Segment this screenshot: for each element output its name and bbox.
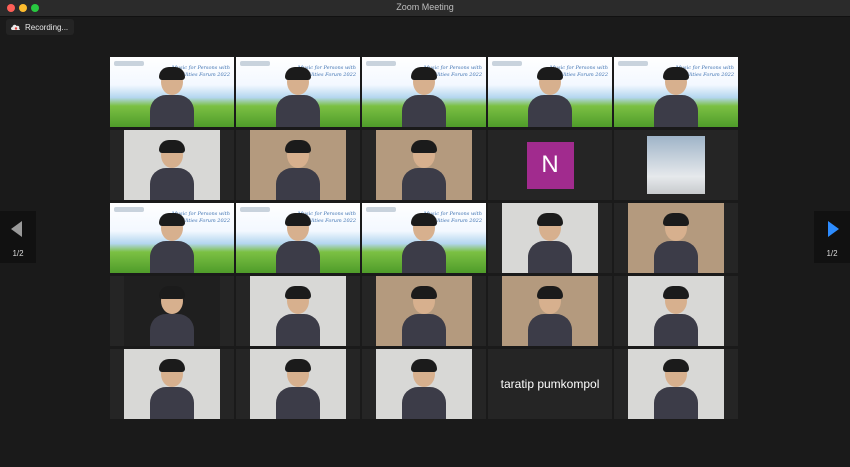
- participant-silhouette: [528, 67, 572, 127]
- chevron-right-icon: [828, 221, 839, 237]
- forum-logo: [114, 207, 144, 212]
- participant-video-tile[interactable]: Music for Persons with Disabilities Foru…: [110, 57, 234, 127]
- forum-logo: [114, 61, 144, 66]
- recording-indicator[interactable]: Recording...: [6, 19, 75, 35]
- participant-silhouette: [276, 140, 320, 200]
- participant-video-tile[interactable]: [236, 349, 360, 419]
- participant-video-tile[interactable]: [236, 130, 360, 200]
- forum-logo: [618, 61, 648, 66]
- participant-video-tile[interactable]: [614, 276, 738, 346]
- participant-silhouette: [276, 286, 320, 346]
- participant-silhouette: [402, 67, 446, 127]
- participant-video-tile[interactable]: [488, 276, 612, 346]
- participant-silhouette: [402, 213, 446, 273]
- participant-video-tile[interactable]: [362, 349, 486, 419]
- participant-name: taratip pumkompol: [500, 377, 600, 391]
- participant-silhouette: [276, 213, 320, 273]
- participant-video-tile[interactable]: [362, 130, 486, 200]
- recording-label: Recording...: [25, 22, 69, 32]
- title-bar: Zoom Meeting: [0, 0, 850, 17]
- participant-video-tile[interactable]: [110, 130, 234, 200]
- participant-silhouette: [528, 213, 572, 273]
- participant-video-tile[interactable]: [614, 349, 738, 419]
- participant-silhouette: [150, 213, 194, 273]
- window-title: Zoom Meeting: [396, 2, 454, 12]
- participant-video-tile[interactable]: [614, 203, 738, 273]
- forum-logo: [492, 61, 522, 66]
- participant-silhouette: [528, 286, 572, 346]
- next-page-button[interactable]: 1/2: [814, 211, 850, 263]
- participant-silhouette: [276, 67, 320, 127]
- participant-video-tile[interactable]: Music for Persons with Disabilities Foru…: [614, 57, 738, 127]
- participant-silhouette: [150, 140, 194, 200]
- participant-silhouette: [654, 67, 698, 127]
- chevron-left-icon: [11, 221, 22, 237]
- participant-video-tile[interactable]: [362, 276, 486, 346]
- participant-silhouette: [402, 359, 446, 419]
- participant-silhouette: [654, 359, 698, 419]
- participant-video-tile[interactable]: taratip pumkompol: [488, 349, 612, 419]
- cloud-recording-icon: [11, 24, 20, 30]
- participant-video-tile[interactable]: [110, 276, 234, 346]
- participant-video-tile[interactable]: [488, 203, 612, 273]
- page-indicator: 1/2: [12, 249, 24, 258]
- participant-silhouette: [402, 286, 446, 346]
- participant-video-tile[interactable]: [110, 349, 234, 419]
- participant-video-tile[interactable]: Music for Persons with Disabilities Foru…: [110, 203, 234, 273]
- participant-silhouette: [150, 359, 194, 419]
- forum-logo: [240, 207, 270, 212]
- forum-logo: [366, 61, 396, 66]
- participant-silhouette: [402, 140, 446, 200]
- participant-video-tile[interactable]: Music for Persons with Disabilities Foru…: [488, 57, 612, 127]
- previous-page-button[interactable]: 1/2: [0, 211, 36, 263]
- page-indicator: 1/2: [826, 249, 838, 258]
- forum-logo: [240, 61, 270, 66]
- participant-silhouette: [150, 67, 194, 127]
- participant-silhouette: [654, 213, 698, 273]
- participant-silhouette: [150, 286, 194, 346]
- participant-video-tile[interactable]: Music for Persons with Disabilities Foru…: [362, 57, 486, 127]
- participant-video-tile[interactable]: Music for Persons with Disabilities Foru…: [236, 57, 360, 127]
- forum-logo: [366, 207, 396, 212]
- participant-silhouette: [654, 286, 698, 346]
- participant-avatar: N: [526, 141, 574, 189]
- participant-silhouette: [276, 359, 320, 419]
- participant-video-tile[interactable]: Music for Persons with Disabilities Foru…: [236, 203, 360, 273]
- profile-photo: [647, 136, 705, 194]
- participant-video-tile[interactable]: Music for Persons with Disabilities Foru…: [362, 203, 486, 273]
- participant-video-tile[interactable]: N: [488, 130, 612, 200]
- participant-video-tile[interactable]: [236, 276, 360, 346]
- video-gallery: Music for Persons with Disabilities Foru…: [110, 57, 738, 419]
- participant-video-tile[interactable]: [614, 130, 738, 200]
